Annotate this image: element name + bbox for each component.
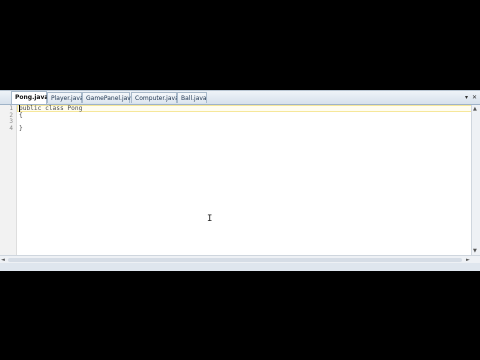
code-text-area[interactable]: public class Pong { } xyxy=(17,105,472,255)
line-number: 1 xyxy=(9,105,13,112)
editor-status-strip xyxy=(0,263,480,271)
code-line: } xyxy=(19,125,23,132)
current-line-highlight xyxy=(17,105,472,112)
code-line: public class Pong xyxy=(19,105,83,112)
scroll-down-icon[interactable]: ▼ xyxy=(473,248,477,254)
tab-ball-java[interactable]: Ball.java xyxy=(177,92,207,103)
vertical-scrollbar[interactable]: ▲ ▼ xyxy=(471,105,480,255)
tab-label: Computer.java xyxy=(135,95,179,102)
tab-computer-java[interactable]: Computer.java xyxy=(131,92,179,103)
line-number: 4 xyxy=(9,125,13,132)
line-number: 3 xyxy=(9,118,13,125)
code-line: { xyxy=(19,112,23,119)
tab-list-dropdown-icon[interactable]: ▾ xyxy=(465,93,468,102)
close-editor-icon[interactable]: ✕ xyxy=(472,93,477,102)
line-number-gutter: 1 2 3 4 xyxy=(0,105,17,255)
tab-label: Pong.java xyxy=(15,94,49,101)
tab-pong-java[interactable]: Pong.java xyxy=(11,91,49,104)
horizontal-scroll-thumb[interactable] xyxy=(8,258,462,262)
tab-player-java[interactable]: Player.java xyxy=(47,92,84,103)
file-tab-bar: Pong.java Player.java GamePanel.java Com… xyxy=(0,91,480,105)
mouse-ibeam-cursor-icon: I xyxy=(207,214,213,224)
tab-label: Player.java xyxy=(51,95,84,102)
tab-label: Ball.java xyxy=(181,95,207,102)
code-editor-window: Pong.java Player.java GamePanel.java Com… xyxy=(0,90,480,271)
tab-label: GamePanel.java xyxy=(86,95,135,102)
tab-gamepanel-java[interactable]: GamePanel.java xyxy=(82,92,135,103)
scroll-up-icon[interactable]: ▲ xyxy=(473,106,477,112)
text-caret xyxy=(19,105,20,112)
